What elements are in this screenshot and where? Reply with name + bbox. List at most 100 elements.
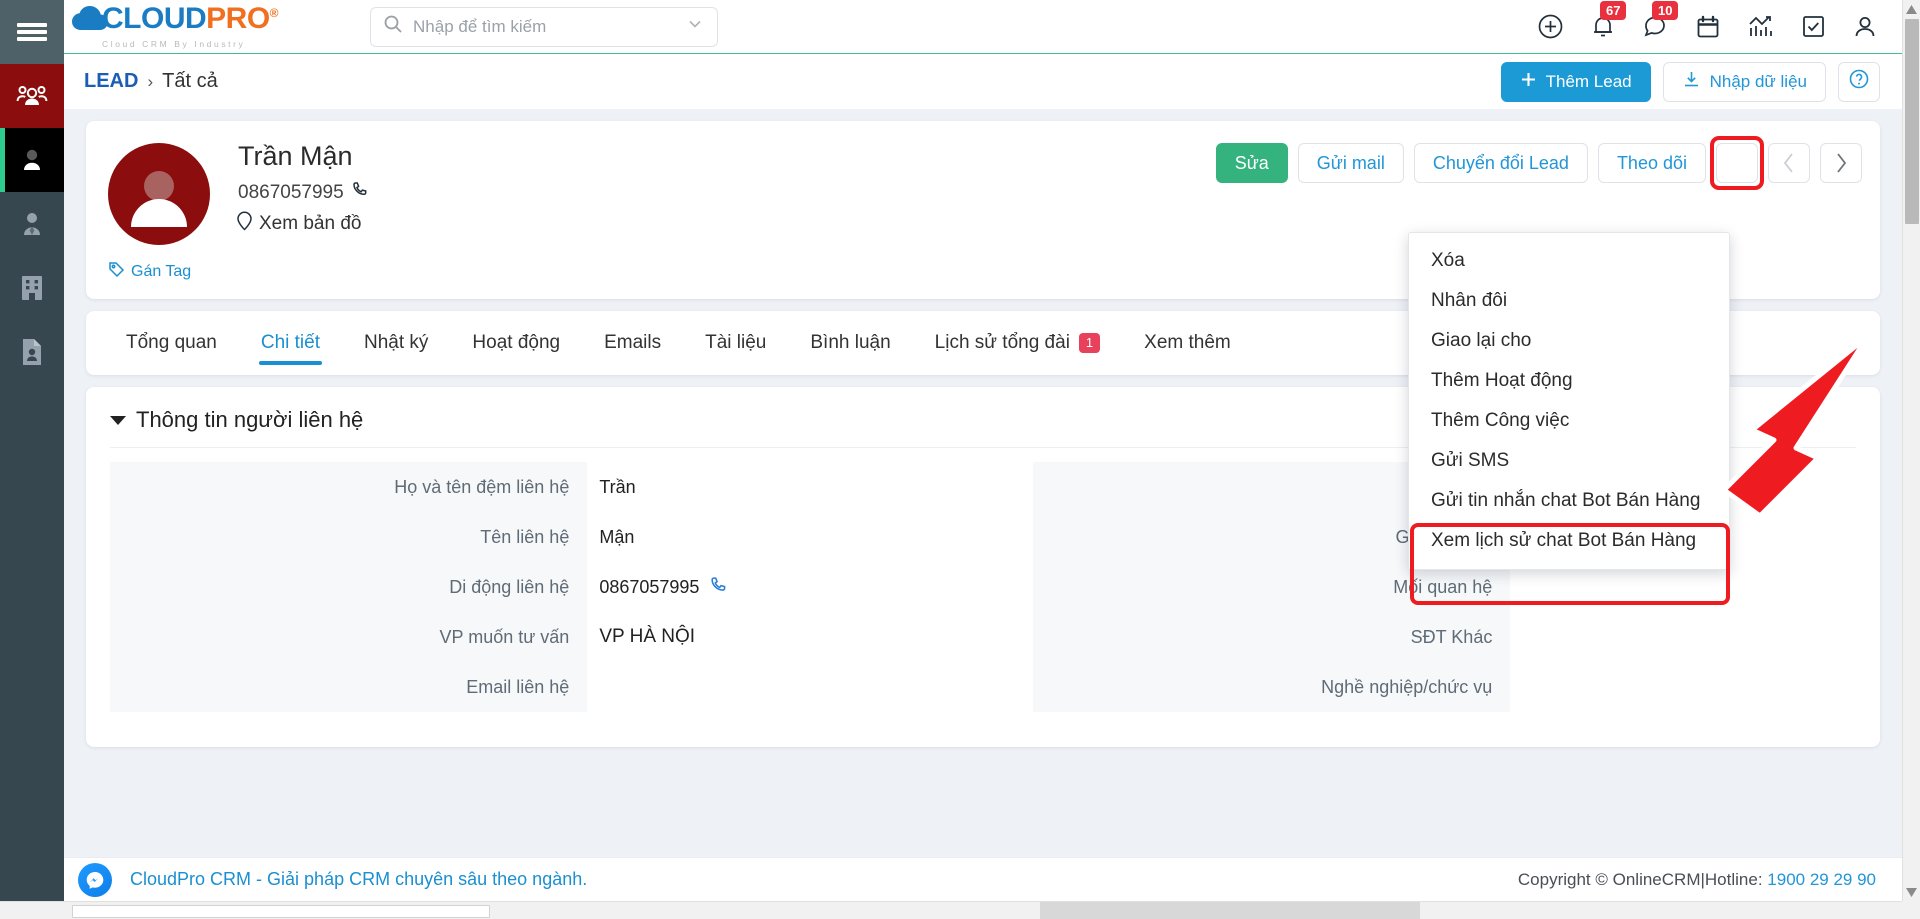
field-label: SĐT Khác bbox=[1033, 612, 1511, 662]
people-group-icon bbox=[16, 80, 48, 112]
tab-more[interactable]: Xem thêm bbox=[1122, 311, 1253, 375]
calendar-icon[interactable] bbox=[1695, 14, 1721, 40]
logo-registered-mark: ® bbox=[269, 6, 279, 21]
breadcrumb-current: Tất cả bbox=[162, 70, 218, 92]
map-pin-icon bbox=[236, 211, 253, 237]
left-sidebar bbox=[0, 0, 64, 919]
scroll-down-icon[interactable] bbox=[1903, 883, 1920, 901]
field-value[interactable]: Trần bbox=[587, 477, 933, 498]
next-record-button[interactable] bbox=[1820, 143, 1862, 183]
sidebar-item-contacts[interactable] bbox=[0, 128, 64, 192]
search-input[interactable] bbox=[413, 16, 686, 37]
horizontal-scrollbar-thumb[interactable] bbox=[72, 905, 490, 918]
sidebar-item-documents[interactable] bbox=[0, 320, 64, 384]
menu-item-add-activity[interactable]: Thêm Hoạt động bbox=[1409, 361, 1729, 401]
kebab-highlight-annotation bbox=[1710, 136, 1764, 190]
tab-activities[interactable]: Hoạt động bbox=[450, 311, 582, 375]
lead-phone-number: 0867057995 bbox=[238, 181, 344, 203]
breadcrumb: LEAD › Tất cả bbox=[84, 70, 218, 93]
vertical-scrollbar[interactable] bbox=[1902, 0, 1920, 901]
hotline-label: Hotline: bbox=[1704, 869, 1763, 889]
bell-icon[interactable]: 67 bbox=[1590, 1, 1627, 40]
horizontal-scrollbar[interactable] bbox=[0, 901, 1902, 919]
task-check-icon[interactable] bbox=[1801, 14, 1826, 39]
hamburger-icon[interactable] bbox=[0, 0, 64, 64]
phone-icon[interactable] bbox=[709, 576, 727, 599]
field-value[interactable]: Mận bbox=[587, 527, 933, 548]
menu-item-view-chatbot-history[interactable]: Xem lịch sử chat Bot Bán Hàng bbox=[1409, 521, 1729, 561]
caret-down-icon[interactable] bbox=[110, 415, 126, 425]
analytics-icon[interactable] bbox=[1747, 14, 1775, 40]
businessperson-icon bbox=[18, 210, 46, 238]
field-row: Nghề nghiệp/chức vụ bbox=[1033, 662, 1856, 712]
chat-badge: 10 bbox=[1652, 1, 1679, 20]
tab-comments[interactable]: Bình luận bbox=[788, 311, 912, 375]
tab-emails[interactable]: Emails bbox=[582, 311, 683, 375]
footer-tagline[interactable]: CloudPro CRM - Giải pháp CRM chuyên sâu … bbox=[130, 869, 587, 890]
menu-item-duplicate[interactable]: Nhân đôi bbox=[1409, 281, 1729, 321]
menu-item-send-sms[interactable]: Gửi SMS bbox=[1409, 441, 1729, 481]
section-title: Thông tin người liên hệ bbox=[136, 407, 364, 432]
more-vertical-icon[interactable] bbox=[1710, 136, 1764, 190]
chevron-down-icon[interactable] bbox=[685, 14, 705, 39]
menu-item-add-task[interactable]: Thêm Công việc bbox=[1409, 401, 1729, 441]
field-value[interactable]: 0867057995 bbox=[587, 576, 933, 599]
tag-icon bbox=[108, 261, 125, 283]
add-circle-icon[interactable] bbox=[1537, 13, 1564, 40]
breadcrumb-actions: Thêm Lead Nhập dữ liệu bbox=[1500, 61, 1902, 102]
field-row: Tên liên hệ Mận bbox=[110, 512, 933, 562]
import-data-button[interactable]: Nhập dữ liệu bbox=[1662, 61, 1826, 102]
sidebar-item-companies[interactable] bbox=[0, 256, 64, 320]
tab-overview[interactable]: Tổng quan bbox=[104, 311, 239, 375]
person-icon bbox=[17, 145, 47, 175]
tab-details[interactable]: Chi tiết bbox=[239, 311, 342, 375]
global-search[interactable] bbox=[370, 6, 719, 47]
scrollbar-corner bbox=[1902, 901, 1920, 919]
logo-tagline: Cloud CRM By Industry bbox=[102, 39, 246, 50]
question-circle-icon bbox=[1848, 68, 1870, 95]
breadcrumb-module[interactable]: LEAD bbox=[84, 70, 138, 93]
app-logo[interactable]: CLOUDPRO® Cloud CRM By Industry bbox=[72, 2, 279, 50]
help-button[interactable] bbox=[1838, 61, 1880, 102]
field-row: Di động liên hệ 0867057995 bbox=[110, 562, 933, 612]
menu-item-reassign[interactable]: Giao lại cho bbox=[1409, 321, 1729, 361]
field-label: Email liên hệ bbox=[110, 662, 588, 712]
scroll-up-icon[interactable] bbox=[1903, 0, 1920, 18]
tab-call-history[interactable]: Lịch sử tổng đài 1 bbox=[913, 311, 1122, 375]
import-data-label: Nhập dữ liệu bbox=[1709, 71, 1807, 91]
search-icon bbox=[383, 14, 403, 39]
sidebar-item-leads[interactable] bbox=[0, 64, 64, 128]
field-label: Di động liên hệ bbox=[110, 562, 588, 612]
prev-record-button[interactable] bbox=[1768, 143, 1810, 183]
send-mail-button[interactable]: Gửi mail bbox=[1297, 143, 1404, 183]
chat-bubble-icon[interactable]: 10 bbox=[1642, 1, 1679, 40]
assign-tag-label: Gán Tag bbox=[131, 263, 192, 280]
menu-item-send-chatbot-message[interactable]: Gửi tin nhắn chat Bot Bán Hàng bbox=[1409, 481, 1729, 521]
lead-action-buttons: Sửa Gửi mail Chuyển đổi Lead Theo dõi bbox=[1215, 136, 1862, 190]
logo-cloud-text: CLOUD bbox=[102, 2, 207, 36]
field-column-left: Họ và tên đệm liên hệ Trần Tên liên hệ M… bbox=[110, 462, 933, 712]
view-map-link[interactable]: Xem bản đồ bbox=[236, 211, 361, 237]
document-person-icon bbox=[20, 338, 44, 366]
user-account-icon[interactable] bbox=[1852, 14, 1878, 40]
convert-lead-button[interactable]: Chuyển đổi Lead bbox=[1413, 143, 1588, 183]
assign-tag-link[interactable]: Gán Tag bbox=[108, 261, 191, 283]
messenger-icon[interactable] bbox=[78, 862, 112, 897]
phone-icon[interactable] bbox=[351, 181, 368, 204]
follow-button[interactable]: Theo dõi bbox=[1597, 143, 1706, 183]
edit-button[interactable]: Sửa bbox=[1215, 143, 1288, 183]
tab-logs[interactable]: Nhật ký bbox=[342, 311, 450, 375]
tab-documents[interactable]: Tài liệu bbox=[683, 311, 788, 375]
avatar bbox=[108, 143, 210, 245]
vertical-scrollbar-thumb[interactable] bbox=[1905, 19, 1919, 224]
sidebar-item-customers[interactable] bbox=[0, 192, 64, 256]
field-value[interactable]: VP HÀ NỘI bbox=[587, 626, 933, 648]
hotline-number[interactable]: 1900 29 29 90 bbox=[1767, 870, 1876, 889]
add-lead-button[interactable]: Thêm Lead bbox=[1500, 61, 1651, 102]
copyright-text: Copyright © OnlineCRM bbox=[1517, 869, 1701, 889]
building-icon bbox=[19, 274, 45, 302]
menu-item-delete[interactable]: Xóa bbox=[1409, 241, 1729, 281]
top-bar-icons: 67 10 bbox=[1537, 1, 1902, 40]
lead-context-menu: Xóa Nhân đôi Giao lại cho Thêm Hoạt động… bbox=[1408, 232, 1730, 570]
breadcrumb-bar: LEAD › Tất cả Thêm Lead Nhập dữ liệu bbox=[64, 54, 1902, 109]
